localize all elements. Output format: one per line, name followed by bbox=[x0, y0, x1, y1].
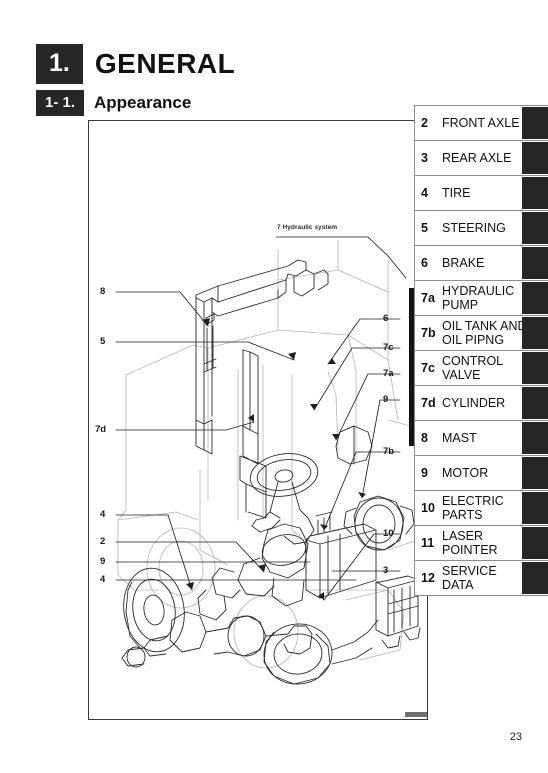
index-number: 2 bbox=[421, 116, 428, 130]
callout-left-5: 5 bbox=[100, 336, 106, 347]
index-tab-block[interactable] bbox=[522, 527, 548, 559]
index-number: 7c bbox=[421, 361, 435, 375]
callout-right-7c: 7c bbox=[383, 342, 394, 353]
index-number: 12 bbox=[421, 571, 435, 585]
index-item-electric-parts[interactable]: 10 ELECTRIC PARTS bbox=[414, 490, 548, 526]
index-label: CONTROL VALVE bbox=[442, 354, 504, 382]
callout-left-9: 9 bbox=[100, 556, 106, 567]
index-number: 10 bbox=[421, 501, 435, 515]
index-label: TIRE bbox=[442, 186, 471, 200]
index-item-front-axle[interactable]: 2 FRONT AXLE bbox=[414, 105, 548, 141]
chapter-index-list: 2 FRONT AXLE 3 REAR AXLE 4 TIRE 5 STEERI… bbox=[414, 105, 548, 596]
index-item-cylinder[interactable]: 7d CYLINDER bbox=[414, 385, 548, 421]
index-number: 11 bbox=[421, 536, 435, 550]
index-item-control-valve[interactable]: 7c CONTROL VALVE bbox=[414, 350, 548, 386]
index-label: LASER POINTER bbox=[442, 529, 498, 557]
section-title: 1- 1. Appearance bbox=[36, 90, 191, 116]
index-label: MOTOR bbox=[442, 466, 489, 480]
index-label: ELECTRIC PARTS bbox=[442, 494, 504, 522]
forklift-line-art-svg bbox=[115, 236, 421, 685]
index-label: REAR AXLE bbox=[442, 151, 512, 165]
index-item-service-data[interactable]: 12 SERVICE DATA bbox=[414, 560, 548, 596]
section-number-badge: 1- 1. bbox=[36, 90, 85, 116]
index-tab-block[interactable] bbox=[522, 457, 548, 489]
index-tab-block[interactable] bbox=[522, 387, 548, 419]
index-item-tire[interactable]: 4 TIRE bbox=[414, 175, 548, 211]
index-number: 8 bbox=[421, 431, 428, 445]
index-item-hydraulic-pump[interactable]: 7a HYDRAULIC PUMP bbox=[414, 280, 548, 316]
index-label: BRAKE bbox=[442, 256, 485, 270]
callout-right-7b: 7b bbox=[383, 446, 395, 457]
callout-right-9: 9 bbox=[383, 394, 389, 405]
index-label: OIL TANK AND OIL PIPNG bbox=[442, 319, 527, 347]
index-item-oil-tank-and-oil-piping[interactable]: 7b OIL TANK AND OIL PIPNG bbox=[414, 315, 548, 351]
index-item-laser-pointer[interactable]: 11 LASER POINTER bbox=[414, 525, 548, 561]
index-tab-block[interactable] bbox=[522, 352, 548, 384]
index-tab-block[interactable] bbox=[522, 142, 548, 174]
chapter-number-badge: 1. bbox=[36, 44, 83, 84]
forklift-illustration bbox=[88, 120, 428, 720]
index-label: STEERING bbox=[442, 221, 506, 235]
index-number: 9 bbox=[421, 466, 428, 480]
hydraulic-system-label: 7 Hydraulic system bbox=[277, 224, 338, 231]
index-label: MAST bbox=[442, 431, 477, 445]
index-tab-block[interactable] bbox=[522, 562, 548, 594]
callout-left-4-lower: 4 bbox=[100, 574, 106, 585]
callout-right-7a: 7a bbox=[383, 368, 394, 379]
index-number: 6 bbox=[421, 256, 428, 270]
index-number: 7a bbox=[421, 291, 435, 305]
index-tab-block[interactable] bbox=[522, 177, 548, 209]
index-tab-block[interactable] bbox=[522, 282, 548, 314]
index-number: 5 bbox=[421, 221, 428, 235]
index-number: 4 bbox=[421, 186, 428, 200]
index-item-motor[interactable]: 9 MOTOR bbox=[414, 455, 548, 491]
callout-right-10: 10 bbox=[383, 528, 394, 539]
section-title-text: Appearance bbox=[94, 93, 192, 112]
callout-right-6: 6 bbox=[383, 313, 389, 324]
index-label: HYDRAULIC PUMP bbox=[442, 284, 515, 312]
index-number: 3 bbox=[421, 151, 428, 165]
index-label: CYLINDER bbox=[442, 396, 506, 410]
index-item-mast[interactable]: 8 MAST bbox=[414, 420, 548, 456]
index-tab-block[interactable] bbox=[522, 107, 548, 139]
index-tab-block[interactable] bbox=[522, 212, 548, 244]
index-item-brake[interactable]: 6 BRAKE bbox=[414, 245, 548, 281]
figure-stamp bbox=[405, 712, 427, 717]
index-label: SERVICE DATA bbox=[442, 564, 497, 592]
callout-left-8: 8 bbox=[100, 286, 106, 297]
chapter-title-text: GENERAL bbox=[94, 48, 236, 79]
callout-right-3: 3 bbox=[383, 565, 389, 576]
page-title: 1. GENERAL bbox=[36, 44, 235, 84]
index-tab-block[interactable] bbox=[522, 422, 548, 454]
index-tab-block[interactable] bbox=[522, 492, 548, 524]
callout-left-7d: 7d bbox=[95, 424, 107, 435]
index-label: FRONT AXLE bbox=[442, 116, 520, 130]
index-tab-block[interactable] bbox=[522, 317, 548, 349]
callout-left-4-upper: 4 bbox=[100, 509, 106, 520]
hydraulic-group-marker bbox=[409, 288, 414, 446]
index-item-rear-axle[interactable]: 3 REAR AXLE bbox=[414, 140, 548, 176]
index-number: 7d bbox=[421, 396, 436, 410]
page-number: 23 bbox=[509, 731, 522, 743]
index-number: 7b bbox=[421, 326, 436, 340]
index-tab-block[interactable] bbox=[522, 247, 548, 279]
callout-left-2: 2 bbox=[100, 536, 106, 547]
index-item-steering[interactable]: 5 STEERING bbox=[414, 210, 548, 246]
